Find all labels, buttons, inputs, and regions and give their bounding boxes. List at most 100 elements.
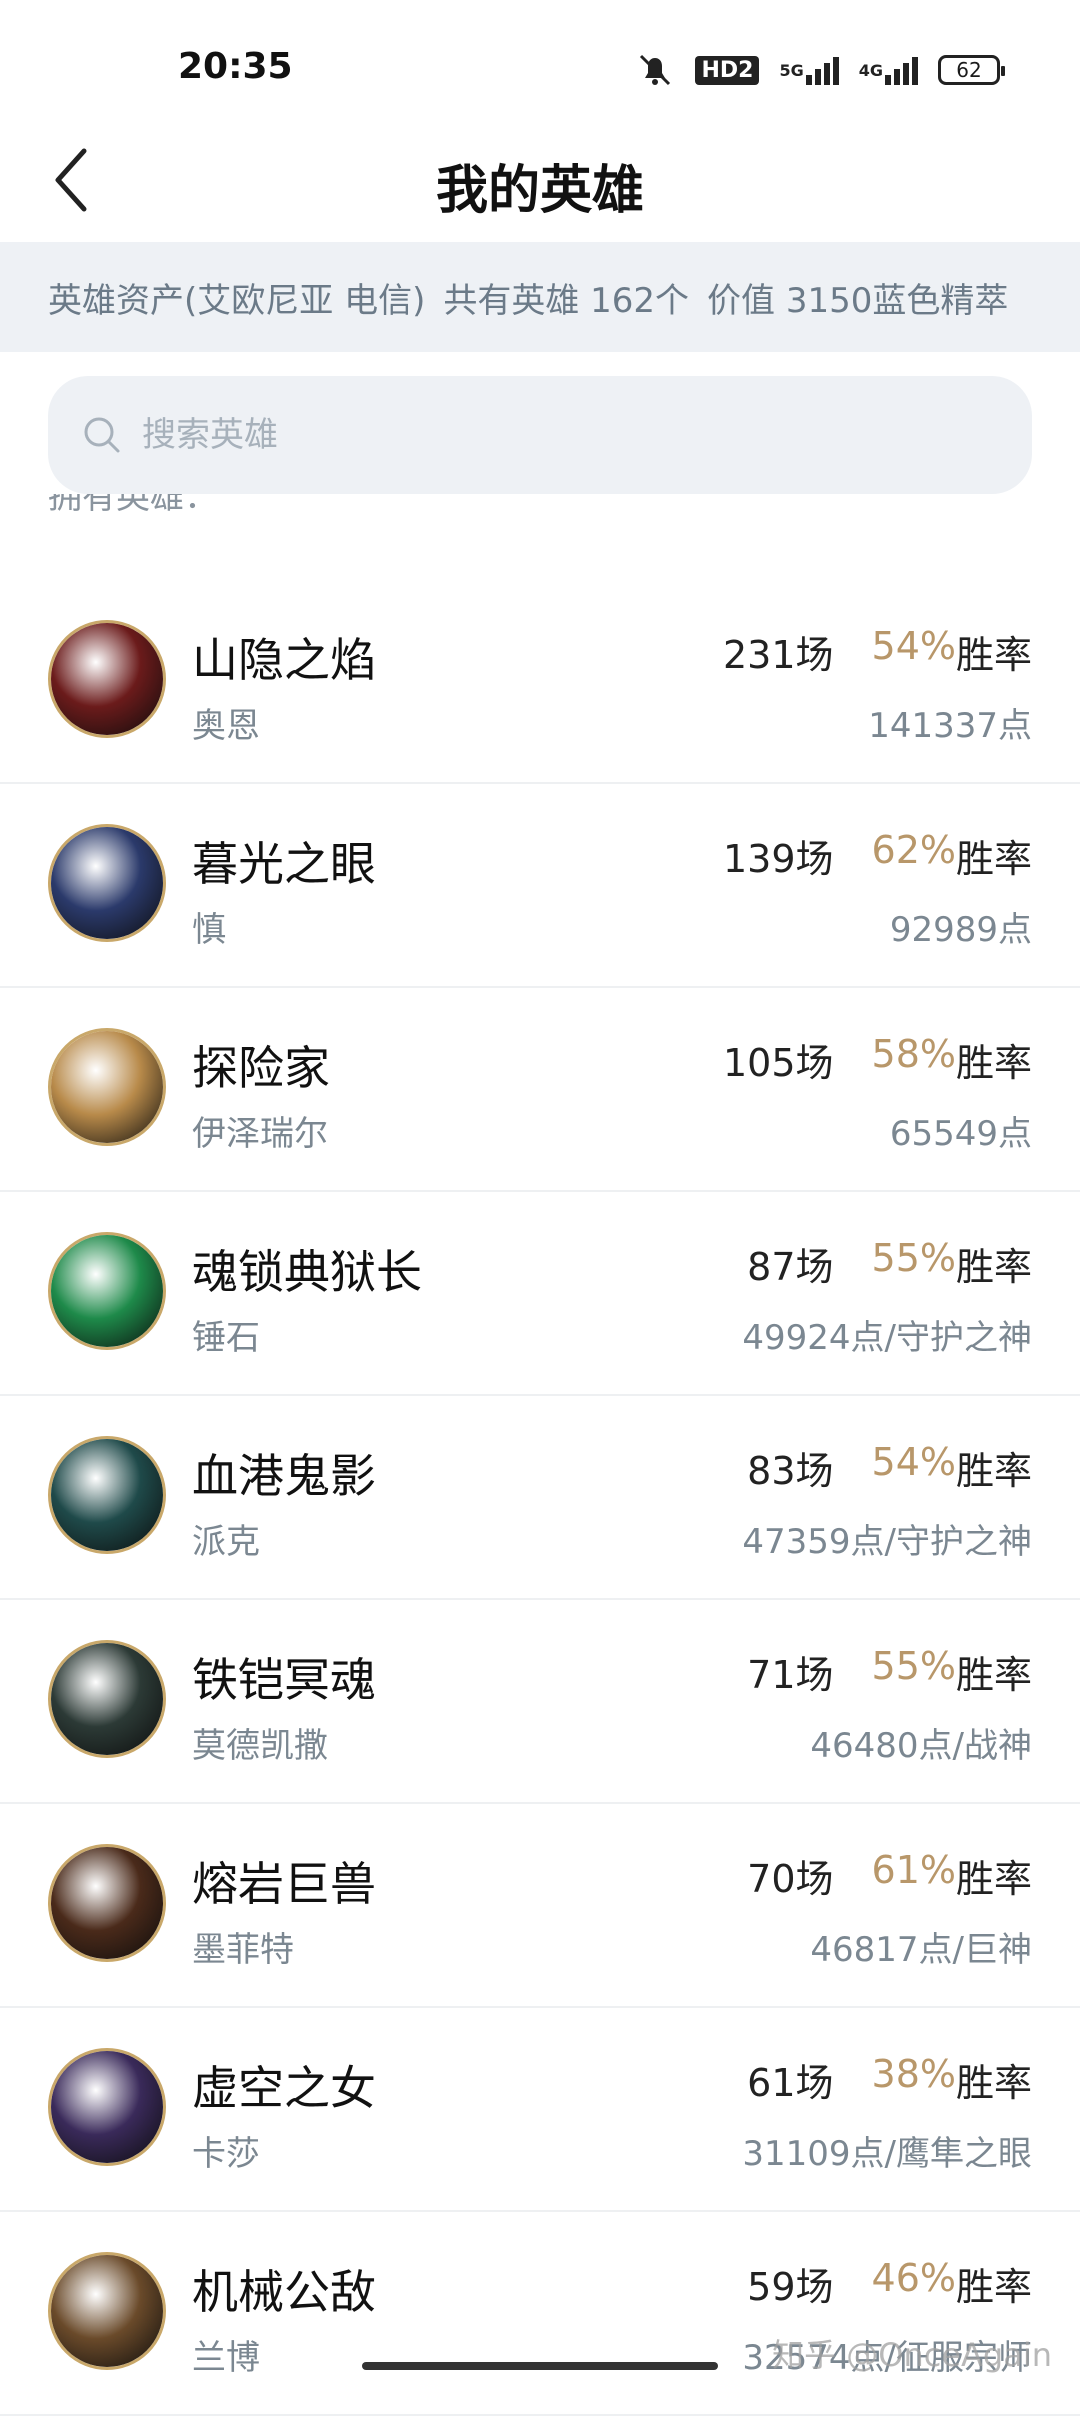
hero-avatar bbox=[48, 1028, 166, 1146]
hero-nickname: 奥恩 bbox=[192, 706, 260, 746]
hero-win-rate: 38% bbox=[871, 2052, 956, 2096]
hero-nickname: 锤石 bbox=[192, 1318, 260, 1358]
hero-name: 山隐之焰 bbox=[192, 633, 376, 687]
hero-name: 探险家 bbox=[192, 1041, 330, 1095]
hero-row[interactable]: 熔岩巨兽 墨菲特 70场 61% 胜率 46817点/巨神 bbox=[0, 1804, 1080, 2008]
hero-avatar bbox=[48, 1436, 166, 1554]
hero-win-rate-label: 胜率 bbox=[955, 1041, 1032, 1085]
mute-bell-icon bbox=[635, 52, 675, 88]
search-input[interactable] bbox=[140, 414, 944, 456]
hero-name: 机械公敌 bbox=[192, 2265, 376, 2319]
hero-win-rate: 62% bbox=[871, 828, 956, 872]
hero-name: 熔岩巨兽 bbox=[192, 1857, 376, 1911]
hero-win-rate: 46% bbox=[871, 2256, 956, 2300]
hero-win-rate-label: 胜率 bbox=[955, 1653, 1032, 1697]
hero-name: 血港鬼影 bbox=[192, 1449, 376, 1503]
hero-stats: 105场 58% 胜率 bbox=[723, 1032, 1032, 1087]
hero-games: 231场 bbox=[722, 633, 834, 677]
hero-win-rate: 58% bbox=[871, 1032, 956, 1076]
hero-mastery-points: 47359点/守护之神 bbox=[742, 1522, 1032, 1562]
hero-avatar bbox=[48, 2252, 166, 2370]
hero-portrait bbox=[51, 2051, 163, 2163]
hero-mastery-points: 65549点 bbox=[889, 1114, 1032, 1154]
hero-games: 70场 bbox=[747, 1857, 834, 1901]
hero-win-rate-label: 胜率 bbox=[955, 2061, 1032, 2105]
hero-nickname: 兰博 bbox=[192, 2338, 260, 2378]
hero-stats: 71场 55% 胜率 bbox=[747, 1644, 1032, 1699]
hero-avatar bbox=[48, 1232, 166, 1350]
hero-row[interactable]: 虚空之女 卡莎 61场 38% 胜率 31109点/鹰隼之眼 bbox=[0, 2008, 1080, 2212]
hero-win-rate-label: 胜率 bbox=[955, 837, 1032, 881]
search-icon bbox=[84, 417, 120, 453]
hd-icon: HD2 bbox=[695, 55, 760, 85]
hero-mastery-points: 46817点/巨神 bbox=[810, 1930, 1032, 1970]
hero-stats: 231场 54% 胜率 bbox=[723, 624, 1032, 679]
hero-stats: 59场 46% 胜率 bbox=[747, 2256, 1032, 2311]
hero-mastery-points: 92989点 bbox=[889, 910, 1032, 950]
hero-portrait bbox=[51, 1847, 163, 1959]
hero-games: 71场 bbox=[747, 1653, 834, 1697]
hero-nickname: 伊泽瑞尔 bbox=[192, 1114, 328, 1154]
hero-avatar bbox=[48, 2048, 166, 2166]
hero-name: 魂锁典狱长 bbox=[192, 1245, 422, 1299]
hero-avatar bbox=[48, 824, 166, 942]
hero-row[interactable]: 铁铠冥魂莫德凯撒 71场 55% 胜率 46480点/战神 bbox=[0, 1600, 1080, 1804]
hero-list: 山隐之焰 奥恩 231场 54% 胜率 141337点 暮光之眼慎 139场 62% 胜率 9298… bbox=[0, 580, 1080, 2416]
hero-win-rate: 55% bbox=[871, 1644, 956, 1688]
hero-games: 87场 bbox=[747, 1245, 834, 1289]
assets-count: 共有英雄 162个 bbox=[443, 280, 690, 321]
hero-mastery-points: 141337点 bbox=[868, 706, 1032, 746]
hero-row[interactable]: 探险家伊泽瑞尔 105场 58% 胜率 65549点 bbox=[0, 988, 1080, 1192]
signal-4g-icon: 4G bbox=[859, 55, 918, 85]
hero-avatar bbox=[48, 1640, 166, 1758]
hero-name: 暮光之眼 bbox=[192, 837, 376, 891]
hero-nickname: 卡莎 bbox=[192, 2134, 260, 2174]
hero-portrait bbox=[51, 1235, 163, 1347]
hero-portrait bbox=[51, 1031, 163, 1143]
hero-avatar bbox=[48, 620, 166, 738]
status-time: 20:35 bbox=[178, 46, 293, 87]
hero-portrait bbox=[51, 827, 163, 939]
hero-portrait bbox=[51, 1439, 163, 1551]
page-title: 我的英雄 bbox=[435, 161, 644, 221]
hero-mastery-points: 46480点/战神 bbox=[810, 1726, 1032, 1766]
hero-name: 铁铠冥魂 bbox=[192, 1653, 376, 1707]
owned-heroes-label: 拥有英雄： bbox=[48, 494, 218, 517]
signal-5g-icon: 5G bbox=[779, 55, 839, 85]
hero-stats: 70场 61% 胜率 bbox=[747, 1848, 1032, 1903]
hero-games: 83场 bbox=[747, 1449, 834, 1493]
search-bar[interactable] bbox=[48, 376, 1032, 494]
hero-portrait bbox=[51, 1643, 163, 1755]
signal-5g-label: 5G bbox=[779, 60, 804, 80]
hero-win-rate-label: 胜率 bbox=[955, 633, 1032, 677]
hero-win-rate: 55% bbox=[871, 1236, 956, 1280]
watermark: 知乎 @OnceAgain bbox=[772, 2336, 1052, 2374]
hero-portrait bbox=[51, 2255, 163, 2367]
status-icons: HD2 5G 4G 62 bbox=[635, 52, 1005, 88]
hero-stats: 61场 38% 胜率 bbox=[747, 2052, 1032, 2107]
hero-games: 105场 bbox=[722, 1041, 834, 1085]
hero-games: 61场 bbox=[747, 2061, 834, 2105]
hero-win-rate-label: 胜率 bbox=[955, 2265, 1032, 2309]
hero-row[interactable]: 魂锁典狱长 锤石 87场 55% 胜率 49924点/守护之神 bbox=[0, 1192, 1080, 1396]
hero-mastery-points: 31109点/鹰隼之眼 bbox=[742, 2134, 1032, 2174]
hero-nickname: 莫德凯撒 bbox=[192, 1726, 328, 1766]
hero-row[interactable]: 机械公敌 兰博 59场 46% 胜率 32574点/征服宗师 bbox=[0, 2212, 1080, 2416]
hero-win-rate: 61% bbox=[871, 1848, 956, 1892]
hero-row[interactable]: 山隐之焰奥恩 231场 54% 胜率 141337点 bbox=[0, 580, 1080, 784]
hero-avatar bbox=[48, 1844, 166, 1962]
hero-assets-summary: 英雄资产(艾欧尼亚 电信) 共有英雄 162个 价值 3150蓝色精萃 bbox=[0, 242, 1080, 352]
hero-row[interactable]: 暮光之眼慎 139场 62% 胜率 92989点 bbox=[0, 784, 1080, 988]
hero-win-rate: 54% bbox=[871, 624, 956, 668]
assets-value: 价值 3150蓝色精萃 bbox=[707, 280, 1009, 321]
signal-4g-label: 4G bbox=[858, 60, 883, 80]
status-bar: 20:35 HD2 5G 4G 62 bbox=[0, 0, 1080, 130]
home-indicator[interactable] bbox=[362, 2362, 718, 2370]
hero-win-rate-label: 胜率 bbox=[955, 1245, 1032, 1289]
hero-win-rate-label: 胜率 bbox=[955, 1857, 1032, 1901]
hero-win-rate: 54% bbox=[871, 1440, 956, 1484]
battery-level: 62 bbox=[956, 58, 982, 82]
hero-nickname: 慎 bbox=[192, 910, 226, 950]
hero-row[interactable]: 血港鬼影 派克 83场 54% 胜率 47359点/守护之神 bbox=[0, 1396, 1080, 1600]
hero-games: 139场 bbox=[722, 837, 834, 881]
